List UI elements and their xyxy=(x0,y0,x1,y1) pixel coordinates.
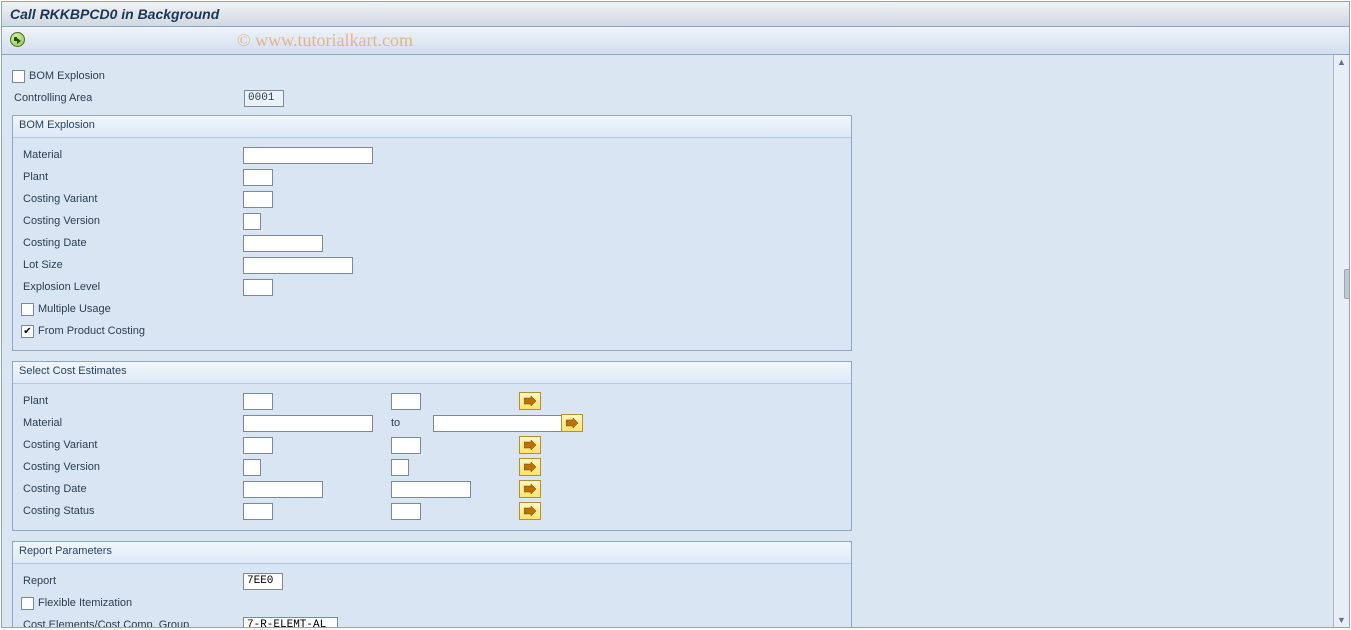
to-label: to xyxy=(273,439,391,451)
from-product-costing-checkbox[interactable] xyxy=(21,325,34,338)
material-label: Material xyxy=(21,149,243,161)
from-product-costing-label: From Product Costing xyxy=(38,325,145,337)
sel-costing-variant-label: Costing Variant xyxy=(21,439,243,451)
arrow-right-icon xyxy=(524,396,536,406)
groupbox-title: Select Cost Estimates xyxy=(13,362,851,384)
groupbox-title: Report Parameters xyxy=(13,542,851,564)
to-label: to xyxy=(373,417,433,429)
plant-label: Plant xyxy=(21,171,243,183)
sel-plant-high[interactable] xyxy=(391,393,421,410)
app-toolbar xyxy=(2,27,1349,55)
execute-icon[interactable] xyxy=(10,32,25,47)
report-label: Report xyxy=(21,575,243,587)
costing-variant-field[interactable] xyxy=(243,191,273,208)
sel-costing-version-high[interactable] xyxy=(391,459,409,476)
sel-costing-variant-high[interactable] xyxy=(391,437,421,454)
costing-date-label: Costing Date xyxy=(21,237,243,249)
to-label: to xyxy=(261,461,391,473)
controlling-area-field[interactable] xyxy=(244,90,284,107)
arrow-right-icon xyxy=(524,440,536,450)
scroll-up-icon[interactable]: ▲ xyxy=(1335,55,1349,69)
sel-costing-date-low[interactable] xyxy=(243,481,323,498)
groupbox-bom-explosion: BOM Explosion Material Plant Costing Var… xyxy=(12,115,852,351)
arrow-right-icon xyxy=(566,418,578,428)
sel-costing-version-low[interactable] xyxy=(243,459,261,476)
multiple-usage-label: Multiple Usage xyxy=(38,303,111,315)
sel-costing-status-label: Costing Status xyxy=(21,505,243,517)
arrow-right-icon xyxy=(524,506,536,516)
multiple-usage-checkbox[interactable] xyxy=(21,303,34,316)
flexible-itemization-checkbox[interactable] xyxy=(21,597,34,610)
to-label: to xyxy=(273,505,391,517)
ce-group-field[interactable] xyxy=(243,617,338,628)
scroll-thumb[interactable] xyxy=(1344,269,1350,299)
to-label: to xyxy=(323,483,391,495)
multiple-selection-button[interactable] xyxy=(519,392,541,410)
groupbox-report-parameters: Report Parameters Report Flexible Itemiz… xyxy=(12,541,852,627)
bom-explosion-checkbox[interactable] xyxy=(12,70,25,83)
multiple-selection-button[interactable] xyxy=(519,458,541,476)
costing-variant-label: Costing Variant xyxy=(21,193,243,205)
lot-size-field[interactable] xyxy=(243,257,353,274)
scroll-down-icon[interactable]: ▼ xyxy=(1335,613,1349,627)
sel-material-label: Material xyxy=(21,417,243,429)
sel-costing-status-low[interactable] xyxy=(243,503,273,520)
sel-plant-low[interactable] xyxy=(243,393,273,410)
multiple-selection-button[interactable] xyxy=(519,436,541,454)
multiple-selection-button[interactable] xyxy=(561,414,583,432)
page-title: Call RKKBPCD0 in Background xyxy=(2,2,1349,27)
sel-costing-date-high[interactable] xyxy=(391,481,471,498)
explosion-level-field[interactable] xyxy=(243,279,273,296)
controlling-area-label: Controlling Area xyxy=(12,92,244,104)
sel-costing-variant-low[interactable] xyxy=(243,437,273,454)
costing-date-field[interactable] xyxy=(243,235,323,252)
costing-version-field[interactable] xyxy=(243,213,261,230)
multiple-selection-button[interactable] xyxy=(519,502,541,520)
sel-material-low[interactable] xyxy=(243,415,373,432)
vertical-scrollbar[interactable]: ▲ ▼ xyxy=(1333,55,1349,627)
groupbox-title: BOM Explosion xyxy=(13,116,851,138)
sel-costing-status-high[interactable] xyxy=(391,503,421,520)
explosion-level-label: Explosion Level xyxy=(21,281,243,293)
arrow-right-icon xyxy=(524,484,536,494)
groupbox-select-cost-estimates: Select Cost Estimates Plant to Material xyxy=(12,361,852,531)
report-field[interactable] xyxy=(243,573,283,590)
material-field[interactable] xyxy=(243,147,373,164)
sel-costing-date-label: Costing Date xyxy=(21,483,243,495)
flexible-itemization-label: Flexible Itemization xyxy=(38,597,132,609)
bom-explosion-label: BOM Explosion xyxy=(29,70,105,82)
sel-plant-label: Plant xyxy=(21,395,243,407)
ce-group-label: Cost Elements/Cost Comp. Group xyxy=(21,619,243,627)
selection-screen: BOM Explosion Controlling Area BOM Explo… xyxy=(2,55,1333,627)
sel-material-high[interactable] xyxy=(433,415,563,432)
arrow-right-icon xyxy=(524,462,536,472)
plant-field[interactable] xyxy=(243,169,273,186)
to-label: to xyxy=(273,395,391,407)
costing-version-label: Costing Version xyxy=(21,215,243,227)
multiple-selection-button[interactable] xyxy=(519,480,541,498)
sel-costing-version-label: Costing Version xyxy=(21,461,243,473)
lot-size-label: Lot Size xyxy=(21,259,243,271)
